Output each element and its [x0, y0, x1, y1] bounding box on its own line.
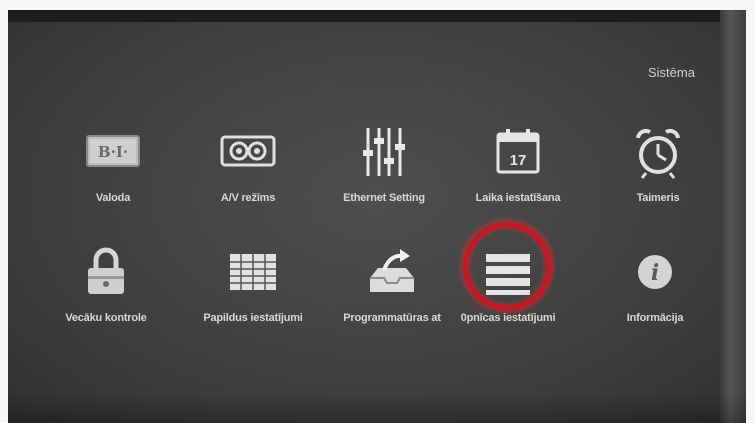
menu-item-label: Ethernet Setting: [343, 192, 425, 204]
tv-screen: Sistēma B·I· Valoda A/V režīms Ethernet …: [8, 10, 746, 423]
menu-item-label: A/V režīms: [220, 192, 276, 204]
menu-item-label: 0pnīcas iestatījumi: [460, 312, 556, 324]
grid-table-icon: [230, 254, 276, 290]
stacked-bars-icon: [486, 254, 530, 295]
menu-item-label: Vecāku kontrole: [65, 312, 147, 324]
menu-item-informacija[interactable]: i Informācija: [585, 240, 725, 324]
menu-item-vecaku-kontrole[interactable]: Vecāku kontrole: [36, 240, 176, 324]
menu-item-ethernet-setting[interactable]: Ethernet Setting: [314, 120, 454, 204]
menu-item-taimeris[interactable]: Taimeris: [588, 120, 728, 204]
language-icon: B·I·: [86, 135, 140, 167]
menu-item-label: Valoda: [95, 192, 131, 204]
svg-text:17: 17: [510, 152, 527, 169]
av-mode-icon: [220, 135, 276, 167]
screen-bottom-shade: [8, 393, 746, 423]
padlock-icon: [88, 247, 124, 294]
section-title: Sistēma: [648, 65, 695, 80]
software-update-tray-icon: [370, 249, 414, 292]
svg-text:i: i: [651, 260, 659, 286]
menu-item-valoda[interactable]: B·I· Valoda: [43, 120, 183, 204]
alarm-clock-icon: [636, 128, 680, 179]
menu-item-label: Papildus iestatījumi: [203, 312, 303, 324]
photo-frame: Sistēma B·I· Valoda A/V režīms Ethernet …: [0, 0, 755, 423]
menu-item-opnicas-iestatijumi[interactable]: 0pnīcas iestatījumi: [438, 240, 578, 324]
svg-text:B·I·: B·I·: [98, 143, 128, 161]
info-icon: i: [638, 255, 672, 289]
menu-item-laika-iestatisana[interactable]: 17 Laika iestatīšana: [448, 120, 588, 204]
menu-item-papildus-iestatijumi[interactable]: Papildus iestatījumi: [183, 240, 323, 324]
menu-item-label: Taimeris: [636, 192, 680, 204]
menu-item-label: Informācija: [626, 312, 684, 324]
equalizer-sliders-icon: [363, 128, 405, 176]
calendar-icon: 17: [496, 129, 540, 174]
screen-top-band: [8, 10, 746, 22]
screen-right-edge: [720, 10, 746, 423]
menu-item-av-rezims[interactable]: A/V režīms: [178, 120, 318, 204]
menu-item-label: Laika iestatīšana: [475, 192, 561, 204]
